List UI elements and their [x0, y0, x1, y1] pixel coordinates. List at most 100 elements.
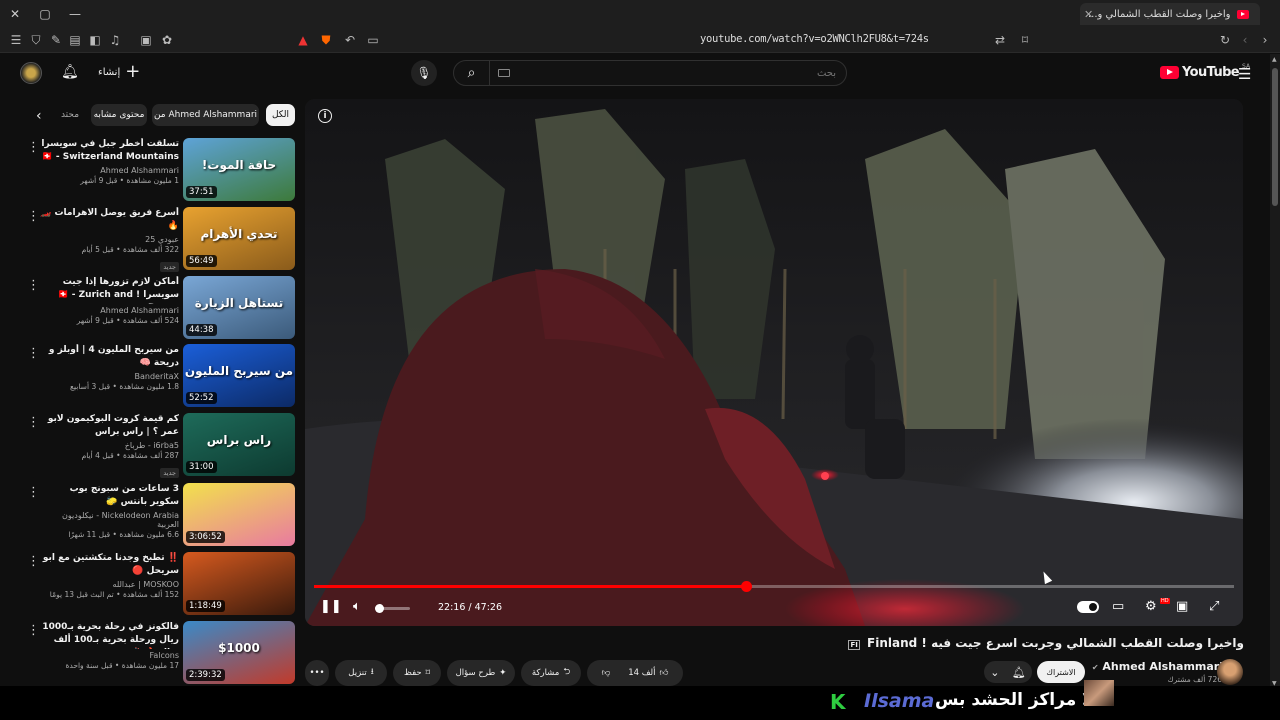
recommendation-item[interactable]: ⋮ من سيربح المليون 4 | أوبلز و دريحة 🧠 Ban… — [25, 344, 297, 408]
pause-button[interactable]: ❚❚ — [320, 599, 342, 614]
recommendation-thumbnail[interactable]: 3:06:52 — [183, 483, 295, 546]
recommendation-meta: 152 ألف مشاهدة • تم البث قبل 13 يومًا — [49, 590, 179, 599]
recommendation-item[interactable]: ⋮ ‼️ تطبخ وجدنا متكشتين مع ابو سريحل 🔴 MOS… — [25, 552, 297, 616]
vivaldi-icon[interactable]: ▲ — [295, 32, 311, 48]
window-maximize-icon[interactable]: ▢ — [30, 0, 60, 27]
recommendation-item[interactable]: ⋮ 3 ساعات من سبونج بوب سكوير بانتس 🧽 Nicke… — [25, 483, 297, 547]
like-icon[interactable]: 👍︎ — [660, 668, 669, 678]
reload-icon[interactable]: ↻ — [1217, 32, 1233, 48]
brave-shield-icon[interactable]: ⛊ — [318, 32, 334, 48]
recommendation-channel[interactable]: Ahmed Alshammari — [39, 306, 179, 315]
page-scrollbar[interactable]: ▲ ▼ — [1270, 54, 1280, 688]
save-button[interactable]: حفظ ⌑ — [393, 660, 441, 686]
share-button[interactable]: مشاركة ⮌ — [521, 660, 581, 686]
scroll-up-icon[interactable]: ▲ — [1272, 56, 1277, 63]
bookmark-icon[interactable]: ⌑ — [1017, 32, 1033, 48]
channel-avatar[interactable] — [1217, 659, 1243, 685]
recommendation-item[interactable]: ⋮ فالكونز في رحلة بحرية بـ1000 ريال ورحلة… — [25, 621, 297, 685]
recommendation-thumbnail[interactable]: من سيربح المليون 52:52 — [183, 344, 295, 407]
recommendation-thumbnail[interactable]: حافة الموت! 37:51 — [183, 138, 295, 201]
ask-button[interactable]: طرح سؤال ✦ — [447, 660, 515, 686]
progress-bar[interactable] — [314, 581, 1234, 592]
time-display: 22:16 / 47:26 — [438, 602, 502, 613]
recommendation-channel[interactable]: MOSKOO | عبدالله — [39, 580, 179, 589]
fullscreen-icon[interactable]: ⤢ — [1209, 599, 1219, 614]
recommendation-thumbnail[interactable]: $1000 2:39:32 — [183, 621, 295, 684]
recommendation-thumbnail[interactable]: راس براس 31:00 — [183, 413, 295, 476]
music-icon[interactable]: ♫ — [107, 32, 123, 48]
pen-icon[interactable]: ✎ — [48, 32, 64, 48]
recommendation-meta: 6.6 مليون مشاهدة • قبل 11 شهرًا — [68, 530, 179, 539]
recommendation-title[interactable]: ‼️ تطبخ وجدنا متكشتين مع ابو سريحل 🔴 — [39, 552, 179, 578]
translate-icon[interactable]: ⇄ — [992, 32, 1008, 48]
autoplay-toggle[interactable] — [1077, 601, 1099, 613]
dislike-button[interactable]: 👎︎ — [602, 668, 611, 678]
panel-icon[interactable]: ◧ — [87, 32, 103, 48]
recommendation-item[interactable]: ⋮ كم قيمة كروت البوكيمون لابو عمر ؟ | راس… — [25, 413, 297, 478]
url-field[interactable]: youtube.com/watch?v=o2WNClh2FU8&t=724s — [700, 33, 990, 45]
likes-count[interactable]: 14 ألف — [628, 668, 655, 678]
more-actions-button[interactable]: ••• — [305, 660, 329, 686]
subscribe-button[interactable]: الاشتراك — [1037, 661, 1085, 683]
recommendation-channel[interactable]: Falcons — [39, 651, 179, 660]
recommendation-title[interactable]: من سيربح المليون 4 | أوبلز و دريحة 🧠 — [39, 344, 179, 370]
channel-name[interactable]: Ahmed Alshammari ✔ — [1092, 660, 1223, 673]
recommendation-thumbnail[interactable]: 1:18:49 — [183, 552, 295, 615]
recommendation-channel[interactable]: Ahmed Alshammari — [39, 166, 179, 175]
recommendation-thumbnail[interactable]: تستاهل الزيارة 44:38 — [183, 276, 295, 339]
tab-close-icon[interactable]: ✕ — [1084, 8, 1093, 21]
youtube-header: 🔔︎ إنشاء + 🎙︎ ⌕ YouTube SA ☰ — [0, 54, 1270, 94]
info-icon[interactable]: i — [318, 109, 332, 123]
scroll-thumb[interactable] — [1272, 68, 1278, 206]
recommendation-title[interactable]: فالكونز في رحلة بحرية بـ1000 ريال ورحلة … — [39, 621, 179, 649]
recommendation-title[interactable]: 3 ساعات من سبونج بوب سكوير بانتس 🧽 — [39, 483, 179, 509]
undo-icon[interactable]: ↶ — [342, 32, 358, 48]
recommendation-item[interactable]: ⋮ أسرع فريق يوصل الاهرامات 🏎️🔥 عبودي 25 322… — [25, 207, 297, 273]
settings-gear-icon[interactable]: ⚙ — [1145, 599, 1157, 614]
recommendation-title[interactable]: أماكن لازم تزورها إذا جيت سويسرا ! 🇨🇭 - … — [39, 276, 179, 304]
volume-knob[interactable] — [375, 604, 384, 613]
voice-search-button[interactable]: 🎙︎ — [411, 60, 437, 86]
recommendation-item[interactable]: ⋮ أماكن لازم تزورها إذا جيت سويسرا ! 🇨🇭 -… — [25, 276, 297, 340]
notification-settings-button[interactable]: ⌄ 🔔︎ — [984, 661, 1032, 683]
browser-tab[interactable]: واخيرا وصلت القطب الشمالي و... ✕ — [1080, 3, 1260, 25]
video-player[interactable]: i ❚❚ 🔈︎ 22:16 / 47:26 ▭ ⚙ HD ▣ ⤢ — [305, 99, 1243, 626]
recommendation-channel[interactable]: Nickelodeon Arabia - نيكلوديون العربية — [39, 511, 179, 529]
recommendation-title[interactable]: أسرع فريق يوصل الاهرامات 🏎️🔥 — [39, 207, 179, 233]
guide-menu-icon[interactable]: ☰ — [1238, 65, 1251, 83]
create-button[interactable]: إنشاء + — [98, 63, 140, 81]
volume-icon[interactable]: 🔈︎ — [353, 599, 361, 614]
search-button[interactable]: ⌕ — [454, 61, 490, 85]
chip-similar[interactable]: محتوى مشابه — [91, 104, 147, 126]
notifications-bell-icon[interactable]: 🔔︎ — [61, 64, 79, 80]
recommendation-channel[interactable]: i6rba5 - طرباخ — [39, 441, 179, 450]
chip-all[interactable]: الكل — [266, 104, 295, 126]
extensions-icon[interactable]: ✿ — [159, 32, 175, 48]
chip-related[interactable]: محتد — [59, 104, 81, 126]
search-input[interactable] — [490, 67, 846, 79]
reader-icon[interactable]: ▤ — [67, 32, 83, 48]
youtube-logo[interactable]: YouTube SA — [1160, 63, 1250, 80]
forward-icon[interactable]: › — [1257, 32, 1273, 48]
keyboard-icon[interactable] — [498, 69, 510, 77]
shield-icon[interactable]: ⛉ — [28, 32, 44, 48]
subtitles-icon[interactable]: ▭ — [1112, 599, 1124, 614]
sidebar-menu-icon[interactable]: ☰ — [8, 32, 24, 48]
chip-from-channel[interactable]: من Ahmed Alshammari — [152, 104, 259, 126]
recommendation-item[interactable]: ⋮ تسلقت أخطر جبل في سويسرا 🇨🇭 - Switzerla… — [25, 138, 297, 202]
back-icon[interactable]: ‹ — [1237, 32, 1253, 48]
volume-slider[interactable] — [375, 604, 410, 613]
window-close-icon[interactable]: ✕ — [0, 0, 30, 27]
pip-icon[interactable]: ▭ — [365, 32, 381, 48]
window-minimize-icon[interactable]: — — [60, 0, 90, 27]
recommendation-title[interactable]: تسلقت أخطر جبل في سويسرا 🇨🇭 - Switzerlan… — [39, 138, 179, 164]
recommendation-channel[interactable]: BanderitaX — [39, 372, 180, 381]
recommendation-channel[interactable]: عبودي 25 — [39, 235, 179, 244]
recommendation-title[interactable]: كم قيمة كروت البوكيمون لابو عمر ؟ | راس … — [39, 413, 179, 439]
window-icon[interactable]: ▣ — [138, 32, 154, 48]
recommendation-thumbnail[interactable]: تحدي الأهرام 56:49 — [183, 207, 295, 270]
miniplayer-icon[interactable]: ▣ — [1176, 599, 1188, 614]
recommendation-info: أسرع فريق يوصل الاهرامات 🏎️🔥 عبودي 25 322 … — [39, 207, 179, 273]
account-avatar[interactable] — [20, 62, 42, 84]
download-button[interactable]: تنزيل ⭳ — [335, 660, 387, 686]
